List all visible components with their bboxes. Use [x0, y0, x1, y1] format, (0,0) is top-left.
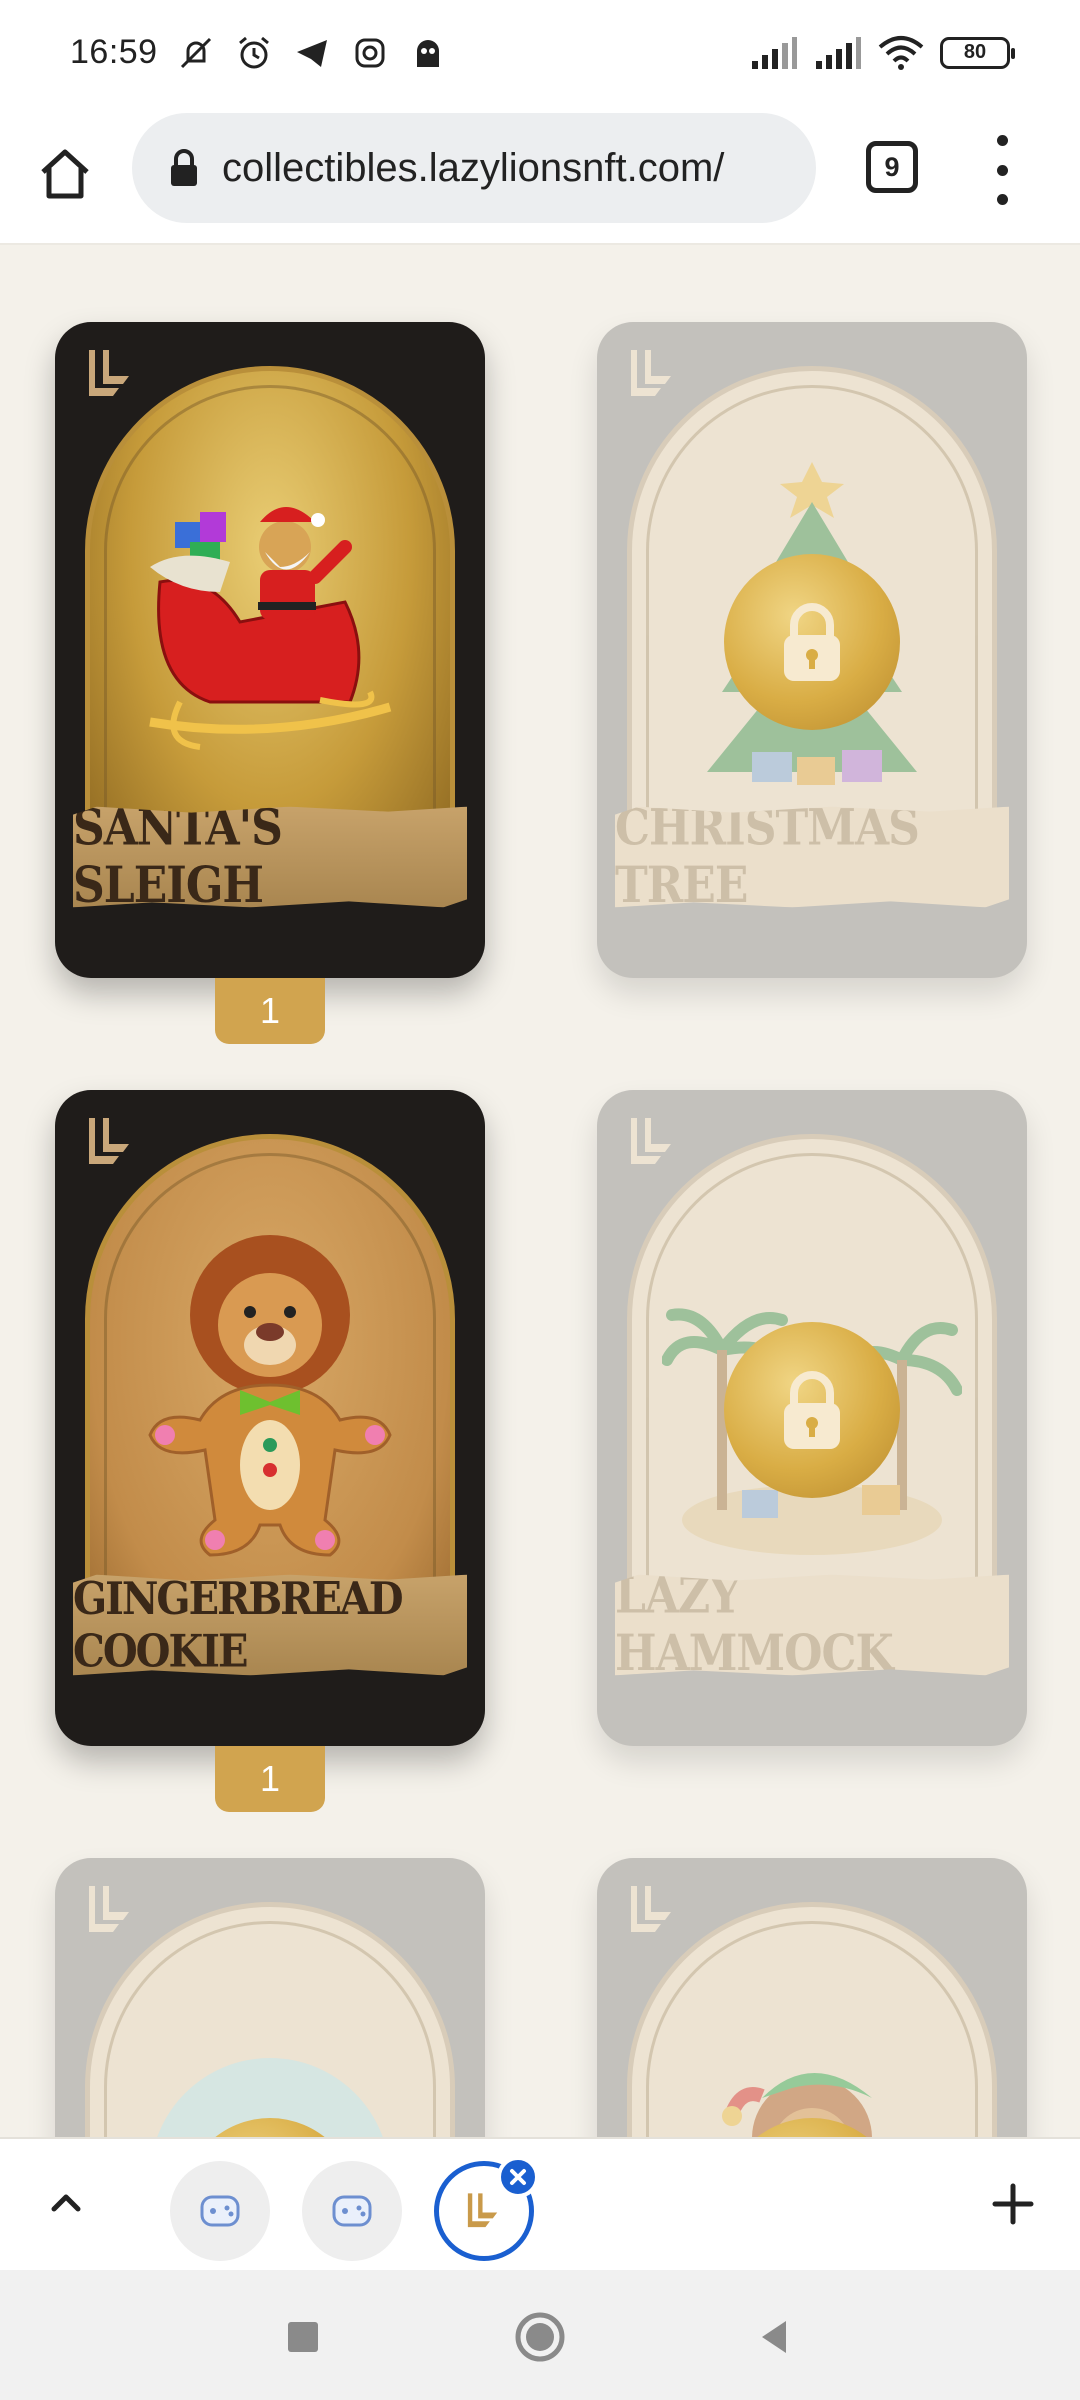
battery-level: 80 [963, 41, 987, 63]
lazy-lions-logo [89, 350, 129, 396]
home-button[interactable] [32, 141, 98, 207]
lazy-lions-logo [631, 1118, 671, 1164]
close-tab-button[interactable] [497, 2156, 539, 2198]
collectible-card[interactable]: SANTA'S SLEIGH [55, 322, 485, 978]
collectible-card[interactable]: CHRISTMAS TREE [597, 322, 1027, 978]
padlock-icon [784, 603, 840, 681]
card-title: CHRISTMAS TREE [615, 806, 1009, 908]
status-bar: 16:59 80 [0, 0, 1080, 105]
address-bar[interactable]: collectibles.lazylionsnft.com/ [132, 113, 816, 223]
signal-icon [816, 36, 861, 69]
new-tab-button[interactable] [988, 2179, 1038, 2229]
gingerbread-lion-art [148, 1235, 392, 1557]
card-title: SANTA'S SLEIGH [73, 806, 467, 908]
recents-button[interactable] [276, 2310, 330, 2364]
lazy-lions-logo [631, 1886, 671, 1932]
gamepad-icon [200, 2195, 240, 2227]
owned-count-badge: 1 [215, 978, 325, 1044]
card-title: GINGERBREAD COOKIE [73, 1574, 467, 1676]
signal-icon [752, 36, 797, 69]
owned-count-badge: 1 [215, 1746, 325, 1812]
tab-switcher-button[interactable]: 9 [866, 141, 918, 193]
tab-thumbnail[interactable] [170, 2161, 270, 2261]
santa-sleigh-art [149, 507, 392, 750]
notification-icons [176, 33, 448, 73]
collectible-card[interactable] [597, 1858, 1027, 2137]
collectible-card[interactable]: LAZY HAMMOCK [597, 1090, 1027, 1746]
lazy-lions-logo [467, 2193, 498, 2228]
back-button[interactable] [747, 2310, 801, 2364]
lazy-lions-logo [89, 1118, 129, 1164]
lazy-lions-logo [89, 1886, 129, 1932]
lazy-lions-logo [631, 350, 671, 396]
collectibles-grid: SANTA'S SLEIGH 1 CHRISTMAS TREE GINGERBR… [0, 247, 1080, 2137]
lock-icon [171, 149, 197, 186]
circle-icon [515, 2312, 565, 2362]
back-triangle-icon [762, 2321, 786, 2353]
tab-thumbnail-active[interactable] [434, 2156, 539, 2261]
home-icon [41, 149, 89, 199]
url-text: collectibles.lazylionsnft.com/ [222, 145, 725, 190]
chevron-up-icon [51, 2194, 81, 2212]
status-time: 16:59 [70, 33, 158, 71]
overflow-menu-button[interactable] [990, 135, 1014, 205]
expand-tabs-button[interactable] [42, 2179, 90, 2227]
wifi-icon [878, 35, 924, 70]
system-status: 80 [750, 35, 1015, 71]
elf-lion-art [722, 2073, 872, 2137]
locked-indicator [724, 554, 900, 730]
home-nav-button[interactable] [513, 2310, 567, 2364]
square-icon [288, 2322, 318, 2352]
collectible-card[interactable]: GINGERBREAD COOKIE [55, 1090, 485, 1746]
card-title: LAZY HAMMOCK [615, 1574, 1009, 1676]
snow-globe-art [157, 2058, 383, 2137]
locked-indicator [724, 1322, 900, 1498]
padlock-icon [784, 1371, 840, 1449]
ghost-icon [416, 39, 439, 67]
close-icon [510, 2169, 526, 2185]
battery-icon: 80 [940, 36, 1015, 69]
mute-icon [180, 37, 211, 68]
plus-icon [992, 2183, 1034, 2225]
telegram-icon [296, 39, 327, 67]
instagram-icon [355, 38, 385, 67]
tab-group-bar [0, 2137, 1080, 2270]
system-navigation-bar [0, 2270, 1080, 2400]
tab-thumbnail[interactable] [302, 2161, 402, 2261]
gamepad-icon [332, 2195, 372, 2227]
collectible-card[interactable] [55, 1858, 485, 2137]
browser-toolbar: collectibles.lazylionsnft.com/ 9 [0, 105, 1080, 245]
alarm-icon [238, 36, 269, 68]
